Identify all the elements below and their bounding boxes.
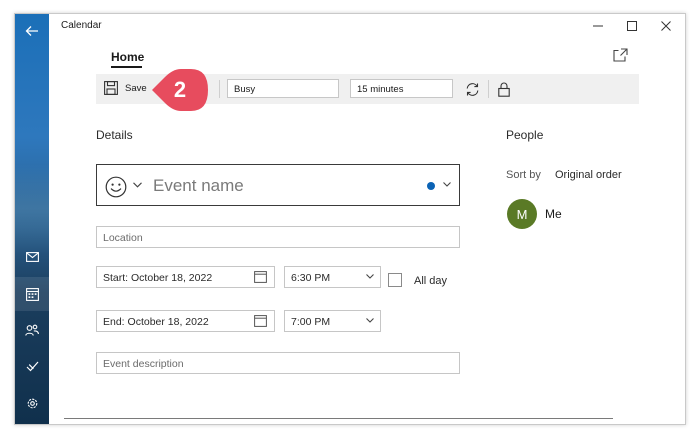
end-date: October 18, 2022: [127, 316, 209, 328]
maximize-button[interactable]: [615, 14, 649, 38]
show-as-dropdown[interactable]: Busy: [227, 79, 339, 98]
divider: [64, 418, 613, 419]
end-date-picker[interactable]: End: October 18, 2022: [96, 310, 275, 332]
location-field[interactable]: Location: [96, 226, 460, 248]
mail-icon: [25, 252, 39, 262]
reminder-dropdown[interactable]: 15 minutes: [350, 79, 453, 98]
lock-icon: [498, 82, 510, 97]
close-icon: [661, 21, 671, 31]
people-nav-button[interactable]: [15, 313, 49, 347]
all-day-checkbox[interactable]: [388, 273, 402, 287]
end-time: 7:00 PM: [291, 316, 331, 328]
start-date-picker[interactable]: Start: October 18, 2022: [96, 266, 275, 288]
all-day-label[interactable]: All day: [414, 275, 447, 287]
start-time: 6:30 PM: [291, 272, 331, 284]
todo-icon: [26, 361, 38, 372]
calendar-window: Calendar Home Save e Busy: [14, 13, 686, 425]
save-icon: [104, 81, 118, 95]
emoji-icon[interactable]: [105, 176, 127, 198]
start-time-dropdown[interactable]: 6:30 PM: [284, 266, 381, 288]
people-icon: [25, 324, 39, 336]
close-button[interactable]: [649, 14, 683, 38]
chevron-down-icon: [366, 318, 374, 323]
calendar-icon: [25, 287, 39, 301]
event-description-field[interactable]: Event description: [96, 352, 460, 374]
chevron-down-icon: [366, 274, 374, 279]
attendee-name[interactable]: Me: [545, 207, 562, 221]
toolbar-divider: [219, 80, 220, 98]
start-date: October 18, 2022: [131, 272, 213, 284]
end-time-dropdown[interactable]: 7:00 PM: [284, 310, 381, 332]
details-heading: Details: [96, 128, 133, 142]
back-arrow-icon: [25, 26, 38, 36]
back-button[interactable]: [15, 14, 49, 48]
calendar-color-dot[interactable]: [427, 182, 435, 190]
popout-icon: [612, 48, 628, 62]
popout-button[interactable]: [611, 46, 629, 64]
settings-icon: [27, 398, 37, 408]
tab-home[interactable]: Home: [111, 50, 144, 64]
settings-nav-button[interactable]: [15, 386, 49, 420]
sort-by-label: Sort by: [506, 169, 541, 181]
event-name-placeholder[interactable]: Event name: [153, 176, 244, 196]
people-heading: People: [506, 128, 544, 142]
calendar-icon: [254, 271, 267, 283]
window-title: Calendar: [61, 20, 102, 31]
mail-nav-button[interactable]: [15, 240, 49, 274]
private-button[interactable]: [495, 80, 513, 98]
sort-by-dropdown[interactable]: Original order: [555, 169, 622, 181]
todo-nav-button[interactable]: [15, 349, 49, 383]
end-label: End:: [103, 316, 128, 328]
calendar-nav-button[interactable]: [15, 277, 49, 311]
toolbar-divider: [488, 80, 489, 98]
calendar-icon: [254, 315, 267, 327]
repeat-button[interactable]: [463, 80, 481, 98]
tab-home-indicator: [111, 66, 142, 68]
event-name-field[interactable]: Event name: [96, 164, 460, 206]
step-number: 2: [173, 77, 187, 102]
save-button[interactable]: Save: [125, 83, 147, 94]
chevron-down-icon[interactable]: [443, 182, 451, 187]
chevron-down-icon[interactable]: [133, 182, 142, 188]
avatar[interactable]: M: [507, 199, 537, 229]
minimize-button[interactable]: [581, 14, 615, 38]
app-rail: [15, 14, 49, 424]
start-label: Start:: [103, 272, 132, 284]
minimize-icon: [593, 25, 603, 27]
step-marker: 2: [151, 68, 209, 112]
repeat-icon: [466, 82, 478, 96]
maximize-icon: [627, 21, 637, 31]
